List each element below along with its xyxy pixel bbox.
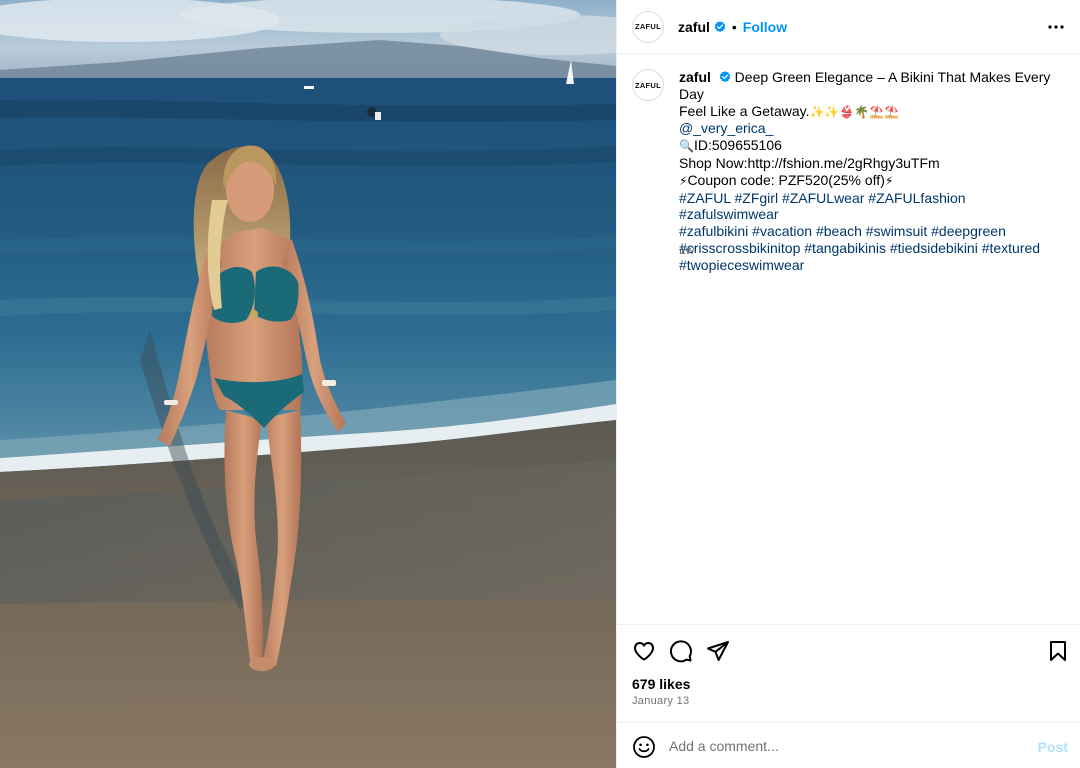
caption-hashtags-line2[interactable]: #zafulbikini #vacation #beach #swimsuit …	[679, 223, 1006, 239]
lightning-icon: ⚡	[884, 173, 894, 188]
avatar-logo-text: ZAFUL	[634, 22, 662, 31]
caption-hashtags-line1[interactable]: #ZAFUL #ZFgirl #ZAFULwear #ZAFULfashion …	[679, 190, 966, 223]
caption-time-ago[interactable]: 1w	[679, 243, 694, 257]
caption-title-emojis: ✨✨👙🌴⛱️⛱️	[809, 104, 900, 119]
caption-title-line1: Deep Green Elegance – A Bikini That Make…	[679, 69, 1051, 102]
verified-badge-icon	[719, 71, 730, 83]
caption-mention-link[interactable]: @_very_erica_	[679, 120, 773, 136]
caption-hashtags-line4[interactable]: #twopieceswimwear	[679, 257, 804, 273]
comment-icon[interactable]	[669, 639, 693, 663]
caption-title-line2: Feel Like a Getaway.	[679, 102, 810, 119]
comment-bar: Post	[617, 722, 1080, 768]
paper-plane-icon[interactable]	[706, 639, 730, 663]
post-comment-button[interactable]: Post	[1038, 739, 1068, 755]
avatar-logo-text: ZAFUL	[634, 80, 662, 90]
comment-input[interactable]	[669, 735, 1009, 757]
smiley-icon[interactable]	[632, 735, 656, 759]
post-actions-bar	[617, 624, 1080, 674]
verified-badge-icon	[714, 20, 726, 32]
heart-icon[interactable]	[632, 639, 656, 663]
caption-shop-link-text: Shop Now:http://fshion.me/2gRhgy3uTFm	[679, 154, 940, 171]
caption-author-avatar[interactable]: ZAFUL	[632, 69, 664, 101]
caption-area: ZAFUL zaful Deep Green Elegance – A Biki…	[617, 54, 1080, 624]
likes-count[interactable]: 679 likes	[632, 676, 690, 692]
post-date[interactable]: January 13	[632, 695, 689, 707]
author-username[interactable]: zaful	[678, 19, 710, 35]
follow-button[interactable]: Follow	[743, 19, 787, 35]
caption-product-id: ID:509655106	[693, 137, 782, 154]
magnifier-icon: 🔍	[679, 139, 694, 154]
more-horizontal-icon	[1048, 25, 1064, 29]
caption-coupon-text: Coupon code: PZF520(25% off)	[687, 171, 885, 188]
header-separator: •	[731, 18, 737, 35]
beach-photo-image	[0, 0, 616, 768]
caption-username[interactable]: zaful	[679, 69, 711, 85]
caption-text: zaful Deep Green Elegance – A Bikini Tha…	[679, 69, 1067, 274]
bookmark-icon[interactable]	[1046, 639, 1070, 663]
more-options-button[interactable]	[1047, 18, 1065, 36]
post-side-panel: ZAFUL zaful • Follow ZAFUL zaful Deep Gr…	[616, 0, 1080, 768]
post-header: ZAFUL zaful • Follow	[617, 0, 1080, 54]
post-photo[interactable]	[0, 0, 616, 768]
author-avatar[interactable]: ZAFUL	[632, 10, 664, 43]
caption-hashtags-line3[interactable]: #crisscrossbikinitop #tangabikinis #tied…	[679, 240, 1040, 256]
